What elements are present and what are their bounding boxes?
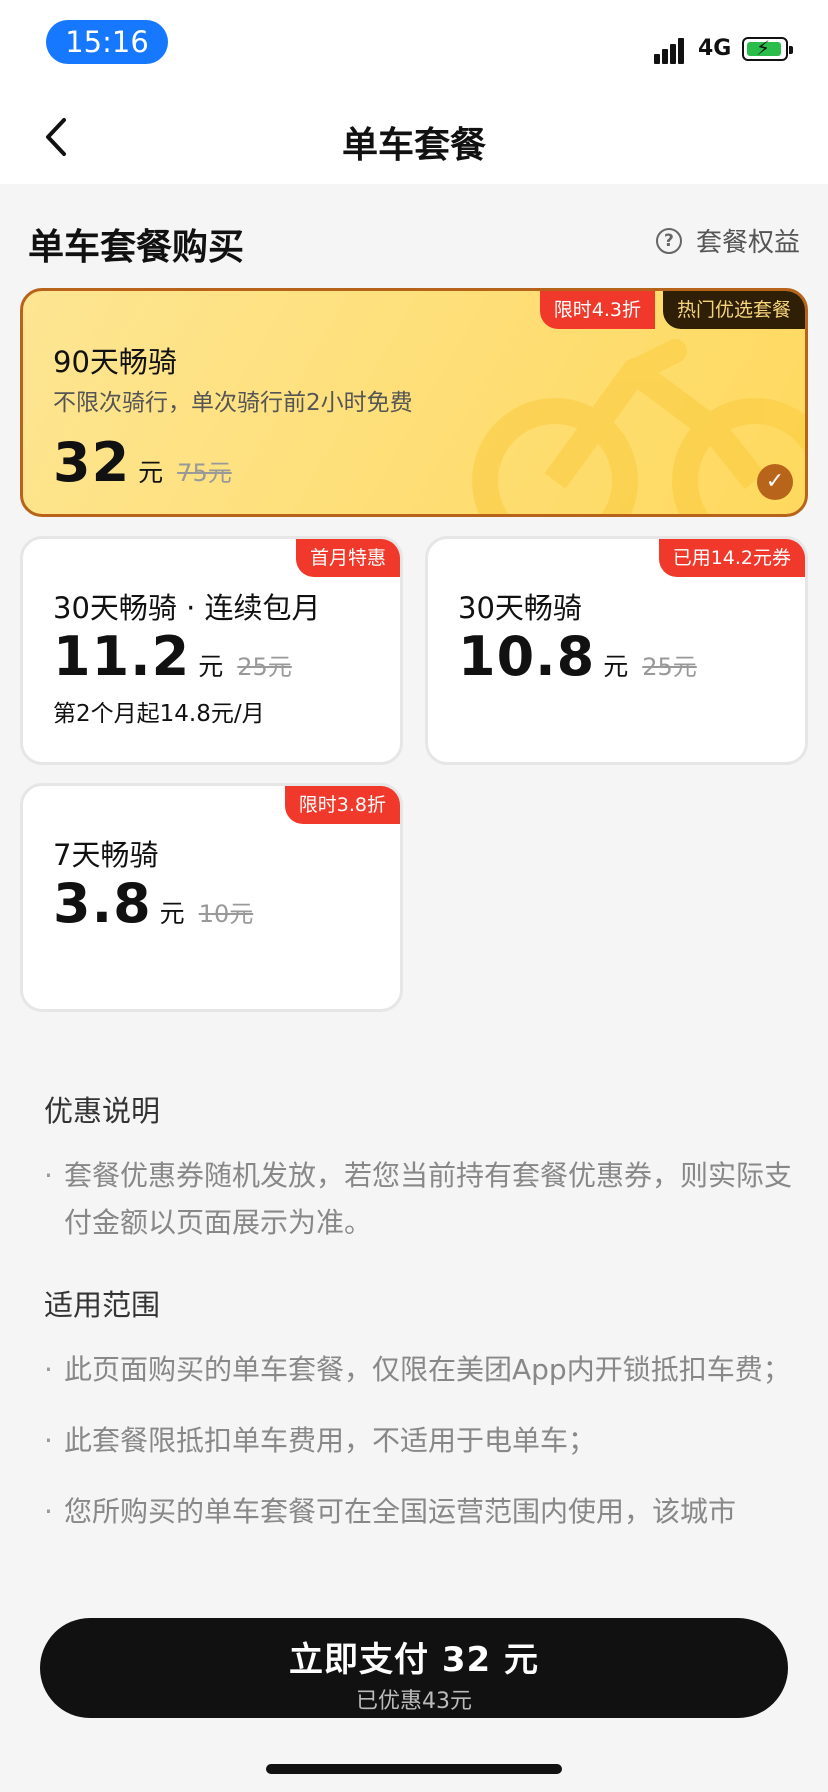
price-unit: 元 (603, 652, 629, 681)
first-month-tag: 首月特惠 (295, 539, 400, 577)
price-unit: 元 (159, 899, 185, 928)
price-value: 11.2 (53, 625, 191, 688)
list-item: 此套餐限抵扣单车费用，不适用于电单车； (44, 1417, 794, 1464)
status-time: 15:16 (46, 20, 168, 64)
pay-button[interactable]: 立即支付 32 元 已优惠43元 (40, 1618, 788, 1718)
list-item: 您所购买的单车套餐可在全国运营范围内使用，该城市 (44, 1488, 794, 1535)
question-circle-icon: ? (655, 227, 682, 254)
benefit-link[interactable]: ? 套餐权益 (655, 222, 800, 259)
benefit-label: 套餐权益 (695, 228, 800, 258)
plan-card-90-days[interactable]: 限时4.3折 热门优选套餐 90天畅骑 不限次骑行，单次骑行前2小时免费 32 … (20, 288, 808, 517)
plan-name: 30天畅骑 (458, 591, 582, 625)
hot-tag: 热门优选套餐 (662, 291, 805, 329)
notes-section: 优惠说明 套餐优惠券随机发放，若您当前持有套餐优惠券，则实际支付金额以页面展示为… (44, 1088, 794, 1559)
plan-card-30-days[interactable]: 已用14.2元券 30天畅骑 10.8 元 25元 (425, 536, 808, 765)
network-label: 4G (698, 36, 732, 61)
coupon-tag: 已用14.2元券 (658, 539, 805, 577)
plan-price: 10.8 元 25元 (458, 625, 697, 688)
price-unit: 元 (198, 652, 224, 681)
price-value: 10.8 (458, 625, 596, 688)
plan-card-30-days-monthly[interactable]: 首月特惠 30天畅骑 · 连续包月 11.2 元 25元 第2个月起14.8元/… (20, 536, 403, 765)
price-unit: 元 (138, 458, 164, 487)
nav-bar: 单车套餐 (0, 90, 828, 184)
original-price: 75元 (177, 459, 232, 487)
saved-label: 已优惠43元 (356, 1689, 472, 1714)
plan-name: 30天畅骑 · 连续包月 (53, 591, 321, 625)
original-price: 25元 (237, 653, 292, 681)
price-value: 3.8 (53, 872, 152, 935)
original-price: 25元 (642, 653, 697, 681)
plan-price: 32 元 75元 (53, 431, 232, 494)
plan-price: 3.8 元 10元 (53, 872, 253, 935)
section-title: 单车套餐购买 (28, 227, 245, 268)
price-value: 32 (53, 431, 131, 494)
plan-name: 90天畅骑 (53, 345, 177, 379)
discount-notes-title: 优惠说明 (44, 1094, 161, 1128)
list-item: 套餐优惠券随机发放，若您当前持有套餐优惠券，则实际支付金额以页面展示为准。 (44, 1152, 794, 1246)
page-title: 单车套餐 (341, 125, 486, 166)
plan-card-7-days[interactable]: 限时3.8折 7天畅骑 3.8 元 10元 (20, 783, 403, 1012)
plan-price: 11.2 元 25元 (53, 625, 292, 688)
pay-label: 立即支付 32 元 (289, 1640, 539, 1680)
plan-desc: 不限次骑行，单次骑行前2小时免费 (53, 390, 413, 416)
list-item: 此页面购买的单车套餐，仅限在美团App内开锁抵扣车费； (44, 1346, 794, 1393)
home-indicator[interactable] (266, 1764, 562, 1774)
battery-icon: ⚡ (742, 37, 793, 61)
plan-note: 第2个月起14.8元/月 (53, 701, 265, 727)
discount-tag: 限时4.3折 (539, 291, 655, 329)
original-price: 10元 (198, 900, 254, 928)
status-bar: 15:16 4G ⚡ (0, 0, 828, 90)
plan-name: 7天畅骑 (53, 838, 159, 872)
discount-tag: 限时3.8折 (284, 786, 400, 824)
check-icon: ✓ (757, 464, 793, 500)
bike-watermark-icon (472, 339, 805, 514)
signal-icon (654, 38, 686, 64)
scope-notes-title: 适用范围 (44, 1288, 161, 1322)
